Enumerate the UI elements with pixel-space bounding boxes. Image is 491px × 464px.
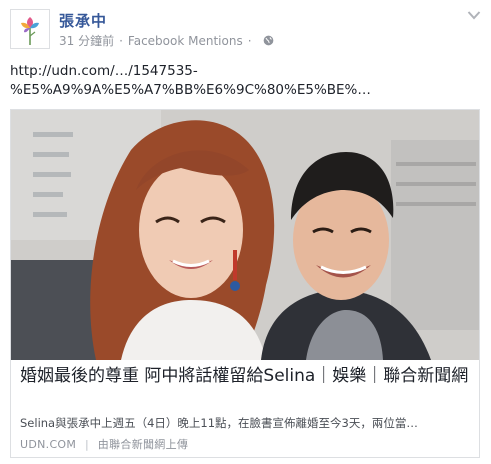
author-avatar[interactable] (10, 9, 50, 49)
link-preview-card[interactable]: 婚姻最後的尊重 阿中將話權留給Selina｜娛樂｜聯合新聞網 Selina與張承… (10, 109, 480, 458)
link-preview-uploader[interactable]: 由聯合新聞網上傳 (98, 438, 188, 451)
post-link-line-1[interactable]: http://udn.com/…/1547535- (10, 62, 480, 81)
photo-illustration (11, 110, 479, 360)
meta-separator: · (119, 33, 123, 48)
link-preview-title[interactable]: 婚姻最後的尊重 阿中將話權留給Selina｜娛樂｜聯合新聞網 (20, 365, 470, 388)
link-preview-description: Selina與張承中上週五（4日）晚上11點，在臉書宣佈離婚至今3天，兩位當… (20, 416, 418, 430)
link-preview-source: UDN.COM | 由聯合新聞網上傳 (20, 436, 188, 452)
logo-icon (21, 17, 39, 45)
post-app-name[interactable]: Facebook Mentions (128, 34, 243, 48)
author-name[interactable]: 張承中 (59, 10, 107, 31)
globe-icon[interactable] (263, 35, 274, 46)
post-link-text[interactable]: http://udn.com/…/1547535- %E5%A9%9A%E5%A… (10, 62, 480, 100)
post-link-line-2[interactable]: %E5%A9%9A%E5%A7%BB%E6%9C%80%E5%BE%… (10, 81, 480, 100)
meta-separator-2: · (247, 33, 252, 48)
link-preview-domain: UDN.COM (20, 438, 77, 451)
post-meta: 31 分鐘前 · Facebook Mentions · (59, 32, 274, 49)
post-timestamp[interactable]: 31 分鐘前 (59, 32, 114, 49)
source-divider: | (84, 438, 89, 451)
link-preview-image[interactable] (11, 110, 479, 360)
chevron-down-icon[interactable] (467, 10, 481, 20)
facebook-post: 張承中 31 分鐘前 · Facebook Mentions · http://… (0, 0, 491, 464)
